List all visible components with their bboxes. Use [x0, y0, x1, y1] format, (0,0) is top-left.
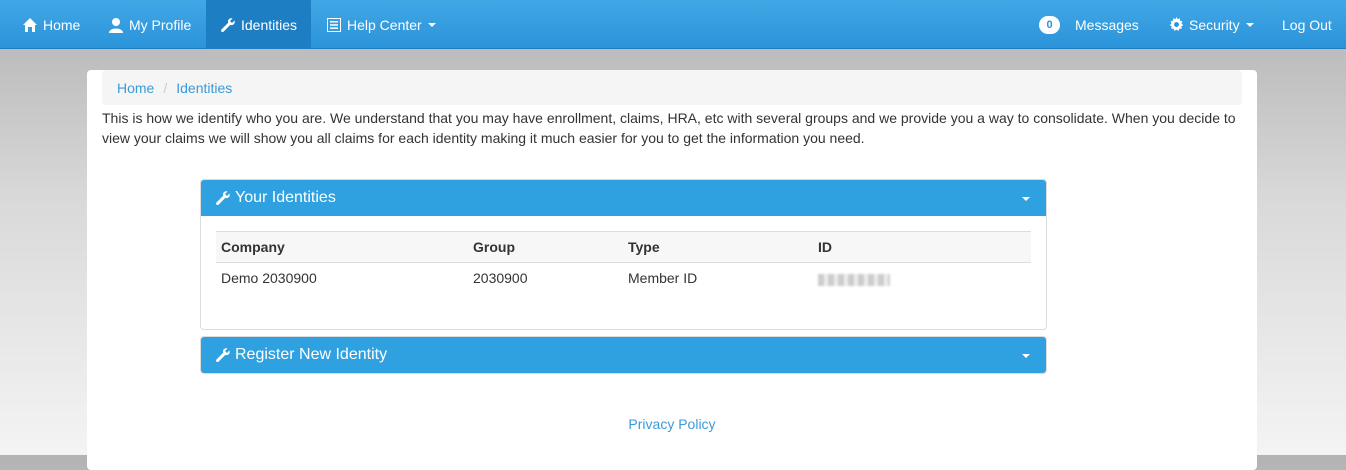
- nav-log-out-label: Log Out: [1282, 16, 1332, 33]
- intro-text: This is how we identify who you are. We …: [102, 110, 1236, 146]
- wrench-icon: [215, 347, 231, 363]
- your-identities-panel-heading[interactable]: Your Identities: [201, 180, 1046, 216]
- your-identities-panel-body: Company Group Type ID Demo 2030900 20309…: [201, 216, 1046, 329]
- chevron-down-icon: [427, 22, 436, 27]
- user-icon: [108, 17, 124, 33]
- chevron-down-icon: [1245, 22, 1254, 27]
- table-row: Demo 2030900 2030900 Member ID: [216, 263, 1031, 294]
- nav-identities[interactable]: Identities: [206, 0, 311, 49]
- cell-type: Member ID: [628, 270, 698, 287]
- redacted-id: [818, 273, 890, 286]
- breadcrumb-current-link[interactable]: Identities: [176, 80, 232, 96]
- cell-group: 2030900: [473, 270, 528, 287]
- table-header-row: Company Group Type ID: [216, 231, 1031, 263]
- nav-messages[interactable]: Messages: [1075, 0, 1139, 49]
- your-identities-panel: Your Identities Company Group Type ID De…: [200, 179, 1047, 330]
- nav-identities-label: Identities: [241, 16, 298, 33]
- nav-my-profile[interactable]: My Profile: [108, 0, 191, 49]
- breadcrumb-separator: /: [163, 79, 168, 96]
- wrench-icon: [215, 190, 231, 206]
- register-identity-title: Register New Identity: [235, 346, 388, 363]
- home-icon: [22, 17, 38, 33]
- identities-table: Company Group Type ID Demo 2030900 20309…: [216, 231, 1031, 294]
- chevron-down-icon[interactable]: [1022, 354, 1030, 358]
- your-identities-title: Your Identities: [235, 189, 336, 206]
- gear-icon: [1168, 17, 1184, 33]
- nav-my-profile-label: My Profile: [129, 16, 192, 33]
- nav-log-out[interactable]: Log Out: [1282, 0, 1332, 49]
- main-container: Home / Identities This is how we identif…: [87, 70, 1257, 470]
- register-identity-panel-heading[interactable]: Register New Identity: [201, 337, 1046, 373]
- nav-help-center-label: Help Center: [347, 16, 422, 33]
- breadcrumb: Home / Identities: [102, 70, 1242, 105]
- nav-security[interactable]: Security: [1168, 0, 1254, 49]
- nav-home-label: Home: [43, 16, 81, 33]
- register-identity-panel: Register New Identity: [200, 336, 1047, 374]
- footer: Privacy Policy: [87, 416, 1257, 432]
- privacy-policy-link[interactable]: Privacy Policy: [628, 416, 715, 432]
- column-header-id: ID: [813, 231, 1031, 263]
- nav-home[interactable]: Home: [22, 0, 80, 49]
- list-icon: [326, 17, 342, 33]
- nav-help-center[interactable]: Help Center: [326, 0, 436, 49]
- column-header-company: Company: [216, 231, 468, 263]
- column-header-type: Type: [623, 231, 813, 263]
- messages-count-badge: 0: [1039, 15, 1060, 34]
- chevron-down-icon[interactable]: [1022, 197, 1030, 201]
- column-header-group: Group: [468, 231, 623, 263]
- wrench-icon: [220, 17, 236, 33]
- cell-id: [813, 263, 1031, 294]
- nav-messages-badge[interactable]: 0: [1039, 0, 1060, 49]
- top-navbar: Home My Profile Identities Help Center 0…: [0, 0, 1346, 49]
- nav-security-label: Security: [1189, 16, 1240, 33]
- cell-company: Demo 2030900: [221, 270, 317, 287]
- nav-messages-label: Messages: [1075, 16, 1139, 33]
- breadcrumb-home-link[interactable]: Home: [117, 80, 154, 96]
